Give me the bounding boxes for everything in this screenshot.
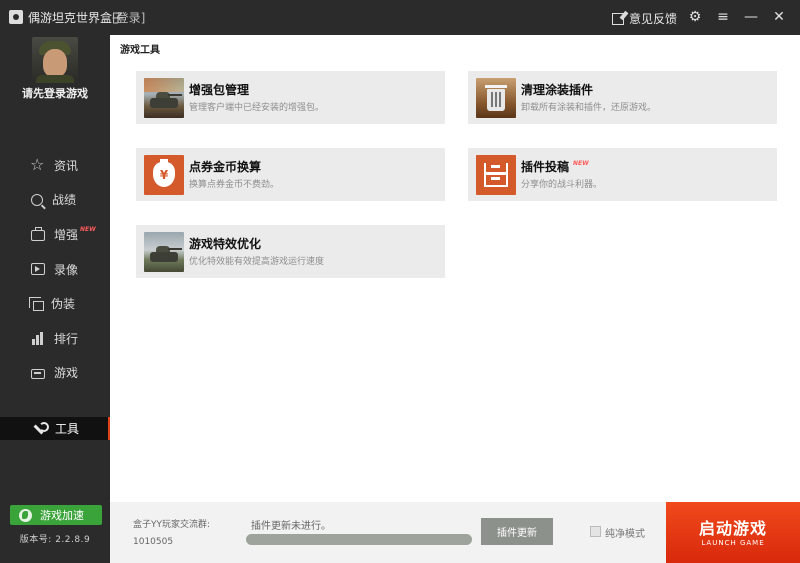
sidebar-item-tools[interactable]: 工具 — [0, 417, 110, 440]
card-clean-plugins[interactable]: 清理涂装插件 卸载所有涂装和插件，还原游戏。 — [468, 71, 777, 124]
card-desc: 卸载所有涂装和插件，还原游戏。 — [521, 103, 657, 113]
sidebar-item-label: 排行 — [54, 331, 79, 346]
card-title: 点券金币换算 — [189, 160, 262, 174]
main-panel: 游戏工具 增强包管理 管理客户端中已经安装的增强包。 清理涂装插件 卸载所有涂装… — [110, 35, 800, 502]
update-status: 插件更新未进行。 — [251, 521, 331, 532]
sidebar-item-label: 录像 — [54, 262, 79, 277]
launch-game-button[interactable]: 启动游戏 LAUNCH GAME — [666, 502, 800, 563]
plugin-update-button[interactable]: 插件更新 — [481, 518, 553, 545]
card-desc: 管理客户端中已经安装的增强包。 — [189, 103, 325, 113]
sidebar-item-label: 伪装 — [51, 297, 76, 312]
app-logo-icon — [9, 10, 23, 24]
group-number[interactable]: 1010505 — [133, 537, 173, 547]
settings-icon[interactable]: ⚙ — [686, 8, 704, 26]
menu-icon[interactable]: ≡ — [714, 8, 732, 26]
layers-icon — [29, 296, 44, 311]
card-effects-optimize[interactable]: 游戏特效优化 优化特效能有效提高游戏运行速度 — [136, 225, 445, 278]
new-badge: NEW — [80, 225, 96, 233]
close-icon[interactable]: ✕ — [770, 8, 788, 26]
wrench-icon — [33, 421, 49, 435]
pure-mode-label[interactable]: 纯净模式 — [605, 525, 645, 540]
bottom-bar: 盒子YY玩家交流群: 1010505 插件更新未进行。 插件更新 纯净模式 启动… — [110, 502, 800, 563]
game-accelerate-button[interactable]: 游戏加速 — [10, 505, 102, 525]
pure-mode-checkbox[interactable] — [590, 526, 601, 537]
tank-icon — [144, 232, 184, 272]
login-link[interactable]: [登录] — [112, 9, 145, 26]
feedback-button[interactable]: 意见反馈 — [612, 10, 677, 27]
globe-icon — [19, 508, 32, 522]
sidebar-item-record[interactable]: 战绩 — [0, 183, 110, 218]
login-prompt[interactable]: 请先登录游戏 — [0, 85, 110, 101]
card-coin-converter[interactable]: ¥ 点券金币换算 换算点券金币不费劲。 — [136, 148, 445, 201]
sidebar-item-label: 游戏 — [54, 366, 79, 381]
bar-chart-icon — [31, 331, 45, 346]
sidebar-item-label: 工具 — [55, 422, 80, 436]
edit-icon — [612, 12, 624, 25]
card-desc: 换算点券金币不费劲。 — [189, 180, 280, 190]
card-plugin-submit[interactable]: 插件投稿 NEW 分享你的战斗利器。 — [468, 148, 777, 201]
card-mod-manager[interactable]: 增强包管理 管理客户端中已经安装的增强包。 — [136, 71, 445, 124]
sidebar-nav: 资讯 战绩 增强 NEW 录像 伪装 排行 游戏 — [0, 148, 110, 390]
card-title: 插件投稿 — [521, 160, 570, 174]
app-title: 偶游坦克世界盒子 — [28, 11, 125, 25]
star-icon — [30, 155, 45, 174]
toolbox-icon — [31, 226, 45, 241]
card-title: 游戏特效优化 — [189, 237, 262, 251]
coin-bag-icon: ¥ — [144, 155, 184, 195]
sidebar-item-ranking[interactable]: 排行 — [0, 321, 110, 356]
search-icon — [31, 193, 43, 206]
sidebar: 请先登录游戏 资讯 战绩 增强 NEW 录像 伪装 排行 — [0, 35, 110, 563]
accelerate-label: 游戏加速 — [40, 509, 84, 522]
inbox-icon — [476, 155, 516, 195]
gamepad-icon — [31, 368, 45, 379]
sidebar-item-label: 资讯 — [54, 158, 79, 173]
section-title: 游戏工具 — [120, 45, 160, 56]
card-desc: 优化特效能有效提高游戏运行速度 — [189, 257, 325, 267]
sidebar-item-news[interactable]: 资讯 — [0, 148, 110, 183]
version-label: 版本号: 2.2.8.9 — [19, 535, 91, 545]
trash-icon — [476, 78, 516, 118]
update-progress-bar — [246, 534, 472, 545]
minimize-icon[interactable]: — — [742, 8, 760, 26]
sidebar-item-enhance[interactable]: 增强 NEW — [0, 217, 110, 252]
tank-icon — [144, 78, 184, 118]
avatar[interactable] — [32, 37, 78, 83]
card-desc: 分享你的战斗利器。 — [521, 180, 603, 190]
group-label: 盒子YY玩家交流群: — [133, 520, 211, 530]
sidebar-item-replay[interactable]: 录像 — [0, 252, 110, 287]
launch-label: 启动游戏 — [698, 519, 767, 538]
card-title: 清理涂装插件 — [521, 83, 594, 97]
sidebar-item-label: 战绩 — [52, 193, 77, 208]
feedback-label: 意见反馈 — [629, 12, 678, 26]
title-bar: 偶游坦克世界盒子 [登录] 意见反馈 ⚙ ≡ — ✕ — [0, 0, 800, 35]
new-badge: NEW — [573, 160, 589, 167]
sidebar-item-game[interactable]: 游戏 — [0, 356, 110, 391]
play-icon — [31, 263, 45, 276]
launch-sublabel: LAUNCH GAME — [701, 539, 765, 547]
card-title: 增强包管理 — [189, 83, 250, 97]
sidebar-item-label: 增强 — [54, 227, 79, 242]
sidebar-item-camouflage[interactable]: 伪装 — [0, 286, 110, 321]
